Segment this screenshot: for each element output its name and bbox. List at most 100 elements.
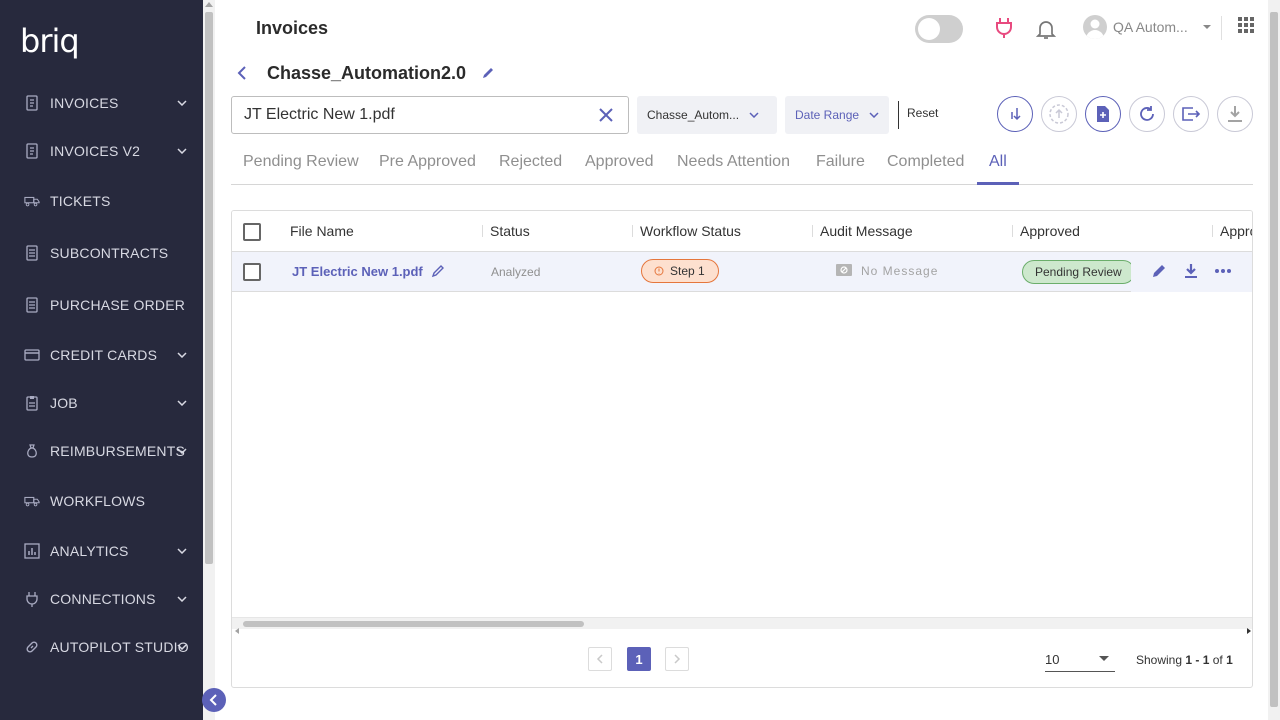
export-button[interactable] [1173,96,1209,132]
showing-total: 1 [1226,653,1233,667]
refresh-button[interactable] [1129,96,1165,132]
plug-icon[interactable] [994,17,1014,39]
brand-logo[interactable]: briq [20,22,80,60]
sidebar-item-label: PURCHASE ORDER [50,297,186,313]
more-options-icon[interactable] [1215,269,1231,273]
credit-card-icon [24,347,40,363]
sidebar-item-invoices[interactable]: INVOICES [0,83,203,123]
page-title: Invoices [256,18,329,38]
horizontal-scrollbar[interactable] [232,617,1252,634]
rows-per-page-select[interactable]: 10 [1045,648,1115,672]
bell-icon[interactable] [1036,18,1056,40]
tab-needs-attention[interactable]: Needs Attention [677,153,790,171]
chevron-down-icon [177,546,187,556]
horizontal-scroll-thumb[interactable] [243,621,584,627]
workflow-status-badge[interactable]: Step 1 [641,259,719,283]
column-header-approver[interactable]: Appro [1220,223,1252,239]
user-name: QA Autom... [1113,19,1188,35]
invoice-icon [24,95,40,111]
sidebar-item-autopilot-studio[interactable]: AUTOPILOT STUDIO [0,627,203,667]
column-divider[interactable] [812,225,813,237]
tab-all[interactable]: All [989,153,1007,171]
sort-button[interactable] [997,96,1033,132]
sidebar-item-subcontracts[interactable]: SUBCONTRACTS [0,233,203,273]
download-icon [1228,106,1242,122]
sidebar-item-label: REIMBURSEMENTS [50,443,186,459]
edit-file-name-icon[interactable] [431,264,445,283]
sidebar-item-job[interactable]: JOB [0,383,203,423]
sidebar-item-tickets[interactable]: TICKETS [0,181,203,221]
column-divider[interactable] [482,225,483,237]
column-header-file-name[interactable]: File Name [290,223,354,239]
workflow-icon [24,493,40,509]
active-tab-indicator [977,182,1019,185]
analytics-icon [24,543,40,559]
status-text: Analyzed [491,265,541,279]
scroll-right-arrow-icon[interactable] [1246,621,1251,639]
sidebar-item-label: SUBCONTRACTS [50,245,169,261]
mode-toggle[interactable] [915,15,963,43]
column-header-approved[interactable]: Approved [1020,223,1080,239]
row-checkbox[interactable] [243,263,261,281]
chevron-down-icon [177,594,187,604]
tab-pending-review[interactable]: Pending Review [243,153,359,171]
document-icon [24,245,40,261]
reset-button[interactable]: Reset [907,106,938,120]
main-content: Invoices QA Autom... Chasse_Automation2.… [215,0,1268,720]
download-all-button[interactable] [1217,96,1253,132]
previous-page-button[interactable] [588,647,612,671]
apps-grid-icon[interactable] [1237,16,1255,34]
add-document-button[interactable] [1085,96,1121,132]
next-page-button[interactable] [665,647,689,671]
tab-failure[interactable]: Failure [816,153,865,171]
showing-mid: of [1209,653,1227,667]
chevron-left-icon [596,654,603,664]
back-button[interactable] [235,62,249,89]
scroll-left-arrow-icon[interactable] [235,621,240,639]
tab-pre-approved[interactable]: Pre Approved [379,153,476,171]
company-filter-dropdown[interactable]: Chasse_Autom... [637,96,777,134]
sidebar-item-label: AUTOPILOT STUDIO [50,639,189,655]
tab-completed[interactable]: Completed [887,153,964,171]
search-input[interactable] [244,106,574,124]
column-header-audit-message[interactable]: Audit Message [820,223,913,239]
sidebar-item-purchase-order[interactable]: PURCHASE ORDER [0,285,203,325]
chevron-right-icon [674,654,681,664]
showing-prefix: Showing [1136,653,1186,667]
plug-icon [24,591,40,607]
chevron-down-icon [177,146,187,156]
tab-rejected[interactable]: Rejected [499,153,562,171]
date-range-filter[interactable]: Date Range [785,96,889,134]
sidebar-item-invoices-v2[interactable]: INVOICES V2 [0,131,203,171]
download-icon[interactable] [1184,263,1198,279]
sidebar-item-credit-cards[interactable]: CREDIT CARDS [0,335,203,375]
upload-icon [1049,104,1069,124]
scroll-up-arrow-icon[interactable] [205,2,213,7]
clear-search-icon[interactable] [598,107,614,128]
table-row[interactable]: JT Electric New 1.pdf Analyzed Step 1 No… [232,252,1252,292]
column-header-status[interactable]: Status [490,223,530,239]
select-all-checkbox[interactable] [243,223,261,241]
file-name-link[interactable]: JT Electric New 1.pdf [292,264,423,279]
search-field[interactable] [231,96,629,134]
column-divider[interactable] [632,225,633,237]
sidebar-item-connections[interactable]: CONNECTIONS [0,579,203,619]
sidebar-item-workflows[interactable]: WORKFLOWS [0,481,203,521]
column-header-workflow-status[interactable]: Workflow Status [640,223,741,239]
sidebar-item-reimbursements[interactable]: REIMBURSEMENTS [0,431,203,471]
edit-title-icon[interactable] [481,64,495,85]
sidebar-scroll-thumb[interactable] [205,12,213,564]
document-icon [24,297,40,313]
header-divider [1221,16,1222,40]
date-range-label: Date Range [795,108,860,122]
user-menu[interactable]: QA Autom... [1083,15,1212,39]
column-divider[interactable] [1012,225,1013,237]
edit-icon[interactable] [1151,263,1167,279]
tab-approved[interactable]: Approved [585,153,654,171]
page-number-button[interactable]: 1 [627,647,651,671]
showing-range: 1 - 1 [1185,653,1210,667]
sidebar-item-analytics[interactable]: ANALYTICS [0,531,203,571]
column-divider[interactable] [1212,225,1213,237]
upload-button[interactable] [1041,96,1077,132]
main-scroll-thumb[interactable] [1270,12,1278,707]
